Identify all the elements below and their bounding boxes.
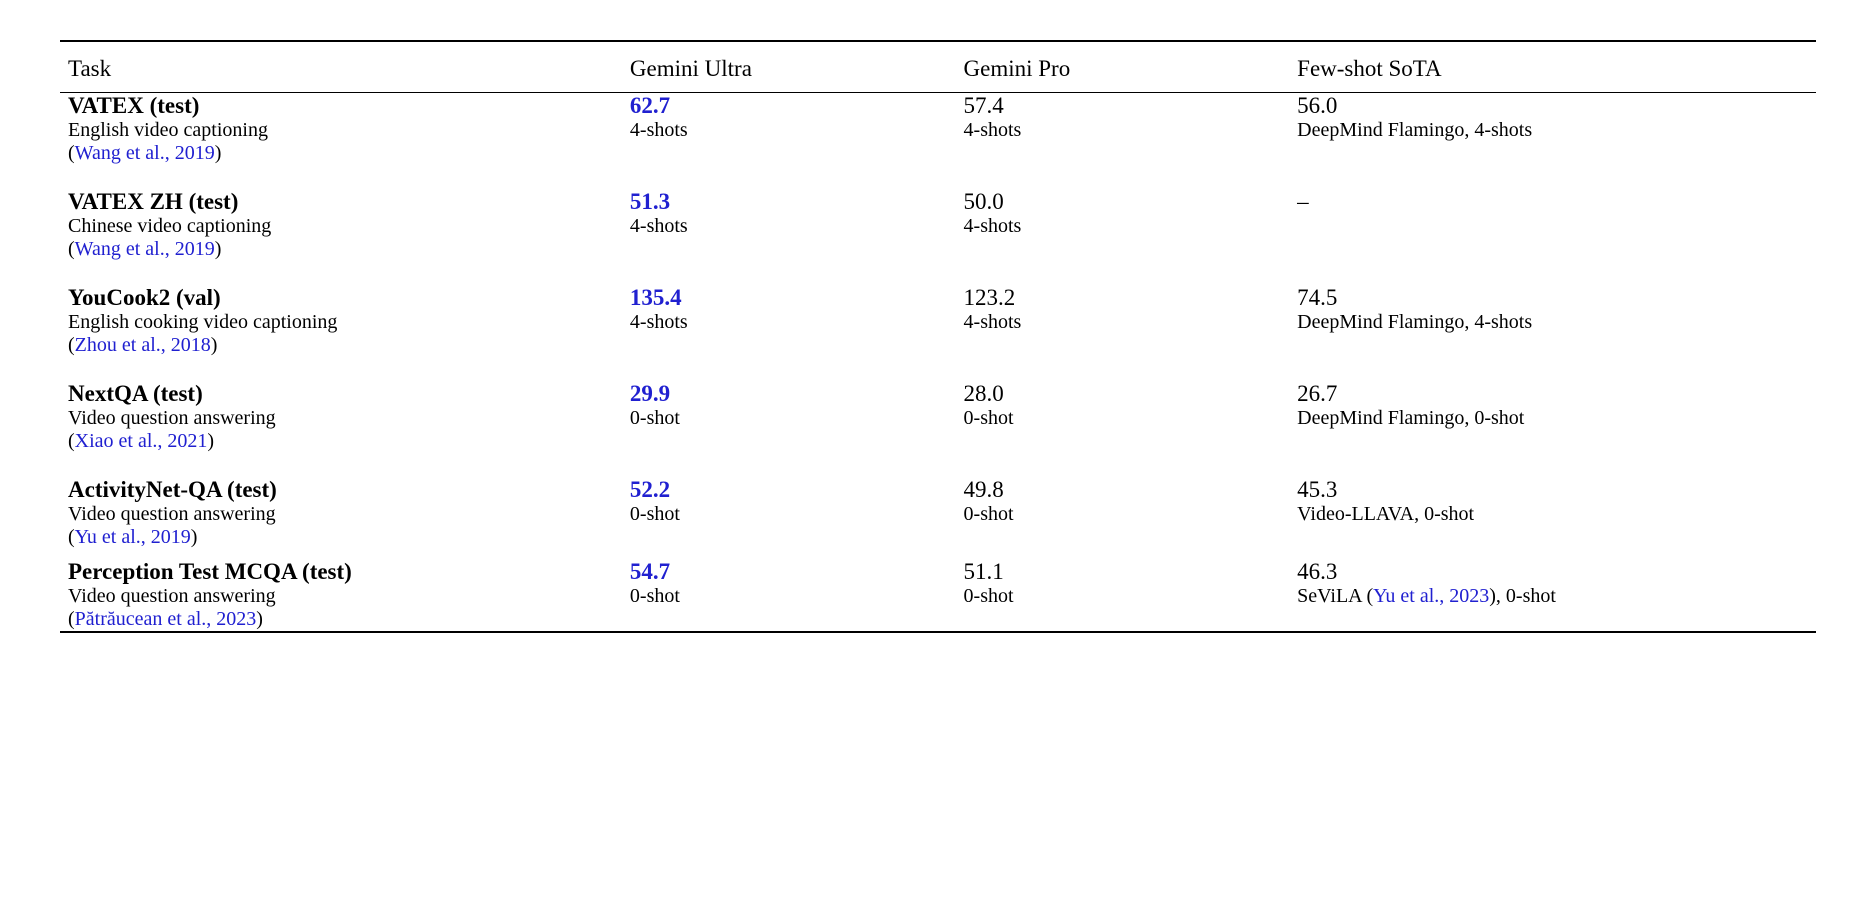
header-task: Task <box>60 41 622 93</box>
ultra-sub: 4-shots <box>622 215 956 238</box>
sota-sub: DeepMind Flamingo, 0-shot <box>1289 407 1816 430</box>
task-name: ActivityNet-QA (test) <box>60 477 622 503</box>
pro-value: 50.0 <box>956 189 1290 215</box>
task-description: English video captioning <box>60 119 622 142</box>
header-pro: Gemini Pro <box>956 41 1290 93</box>
table-row: Video question answering0-shot0-shotDeep… <box>60 407 1816 430</box>
citation-link[interactable]: Yu et al., 2023 <box>1373 585 1489 607</box>
ultra-sub: 0-shot <box>622 503 956 526</box>
table-row: English cooking video captioning4-shots4… <box>60 311 1816 334</box>
ultra-value: 54.7 <box>622 559 956 585</box>
task-name: Perception Test MCQA (test) <box>60 559 622 585</box>
sota-value: 74.5 <box>1289 285 1816 311</box>
task-description: Chinese video captioning <box>60 215 622 238</box>
table-row: (Pătrăucean et al., 2023) <box>60 608 1816 632</box>
header-ultra: Gemini Ultra <box>622 41 956 93</box>
task-name: VATEX (test) <box>60 93 622 120</box>
task-description: Video question answering <box>60 585 622 608</box>
table-row: VATEX ZH (test)51.350.0– <box>60 189 1816 215</box>
task-description: Video question answering <box>60 503 622 526</box>
pro-value: 51.1 <box>956 559 1290 585</box>
table-row: ActivityNet-QA (test)52.249.845.3 <box>60 477 1816 503</box>
pro-value: 49.8 <box>956 477 1290 503</box>
table-row: VATEX (test)62.757.456.0 <box>60 93 1816 120</box>
sota-value: 56.0 <box>1289 93 1816 120</box>
sota-sub: DeepMind Flamingo, 4-shots <box>1289 311 1816 334</box>
spacer-row <box>60 261 1816 285</box>
spacer-row <box>60 165 1816 189</box>
citation-link[interactable]: Pătrăucean et al., 2023 <box>75 608 257 630</box>
citation-link[interactable]: Wang et al., 2019 <box>75 142 215 164</box>
ultra-value: 52.2 <box>622 477 956 503</box>
sota-value: 45.3 <box>1289 477 1816 503</box>
results-table: Task Gemini Ultra Gemini Pro Few-shot So… <box>60 40 1816 633</box>
table-row: (Zhou et al., 2018) <box>60 334 1816 357</box>
spacer-row <box>60 549 1816 559</box>
pro-sub: 4-shots <box>956 215 1290 238</box>
task-citation: (Zhou et al., 2018) <box>60 334 622 357</box>
table-row: Perception Test MCQA (test)54.751.146.3 <box>60 559 1816 585</box>
ultra-sub: 0-shot <box>622 585 956 608</box>
sota-value: 26.7 <box>1289 381 1816 407</box>
sota-sub: SeViLA (Yu et al., 2023), 0-shot <box>1289 585 1816 608</box>
task-description: English cooking video captioning <box>60 311 622 334</box>
ultra-value: 29.9 <box>622 381 956 407</box>
pro-sub: 0-shot <box>956 407 1290 430</box>
table-body: VATEX (test)62.757.456.0English video ca… <box>60 93 1816 633</box>
task-citation: (Yu et al., 2019) <box>60 526 622 549</box>
task-name: VATEX ZH (test) <box>60 189 622 215</box>
pro-value: 57.4 <box>956 93 1290 120</box>
table-row: (Yu et al., 2019) <box>60 526 1816 549</box>
spacer-row <box>60 357 1816 381</box>
task-citation: (Pătrăucean et al., 2023) <box>60 608 622 632</box>
task-name: YouCook2 (val) <box>60 285 622 311</box>
table-row: NextQA (test)29.928.026.7 <box>60 381 1816 407</box>
table-row: Video question answering0-shot0-shotVide… <box>60 503 1816 526</box>
task-name: NextQA (test) <box>60 381 622 407</box>
sota-value: 46.3 <box>1289 559 1816 585</box>
sota-value: – <box>1289 189 1816 215</box>
task-citation: (Xiao et al., 2021) <box>60 430 622 453</box>
pro-sub: 0-shot <box>956 585 1290 608</box>
task-description: Video question answering <box>60 407 622 430</box>
citation-link[interactable]: Zhou et al., 2018 <box>75 334 211 356</box>
ultra-value: 135.4 <box>622 285 956 311</box>
ultra-value: 62.7 <box>622 93 956 120</box>
sota-sub <box>1289 215 1816 238</box>
pro-value: 123.2 <box>956 285 1290 311</box>
header-sota: Few-shot SoTA <box>1289 41 1816 93</box>
pro-value: 28.0 <box>956 381 1290 407</box>
table-row: Chinese video captioning4-shots4-shots <box>60 215 1816 238</box>
sota-sub: DeepMind Flamingo, 4-shots <box>1289 119 1816 142</box>
table-row: (Xiao et al., 2021) <box>60 430 1816 453</box>
sota-sub: Video-LLAVA, 0-shot <box>1289 503 1816 526</box>
table-row: YouCook2 (val)135.4123.274.5 <box>60 285 1816 311</box>
citation-link[interactable]: Xiao et al., 2021 <box>75 430 208 452</box>
spacer-row <box>60 453 1816 477</box>
task-citation: (Wang et al., 2019) <box>60 142 622 165</box>
pro-sub: 0-shot <box>956 503 1290 526</box>
ultra-sub: 4-shots <box>622 311 956 334</box>
pro-sub: 4-shots <box>956 311 1290 334</box>
task-citation: (Wang et al., 2019) <box>60 238 622 261</box>
table-header-row: Task Gemini Ultra Gemini Pro Few-shot So… <box>60 41 1816 93</box>
ultra-sub: 0-shot <box>622 407 956 430</box>
table-row: English video captioning4-shots4-shotsDe… <box>60 119 1816 142</box>
citation-link[interactable]: Yu et al., 2019 <box>75 526 191 548</box>
citation-link[interactable]: Wang et al., 2019 <box>75 238 215 260</box>
ultra-sub: 4-shots <box>622 119 956 142</box>
table-row: (Wang et al., 2019) <box>60 142 1816 165</box>
table-row: (Wang et al., 2019) <box>60 238 1816 261</box>
pro-sub: 4-shots <box>956 119 1290 142</box>
ultra-value: 51.3 <box>622 189 956 215</box>
table-row: Video question answering0-shot0-shotSeVi… <box>60 585 1816 608</box>
